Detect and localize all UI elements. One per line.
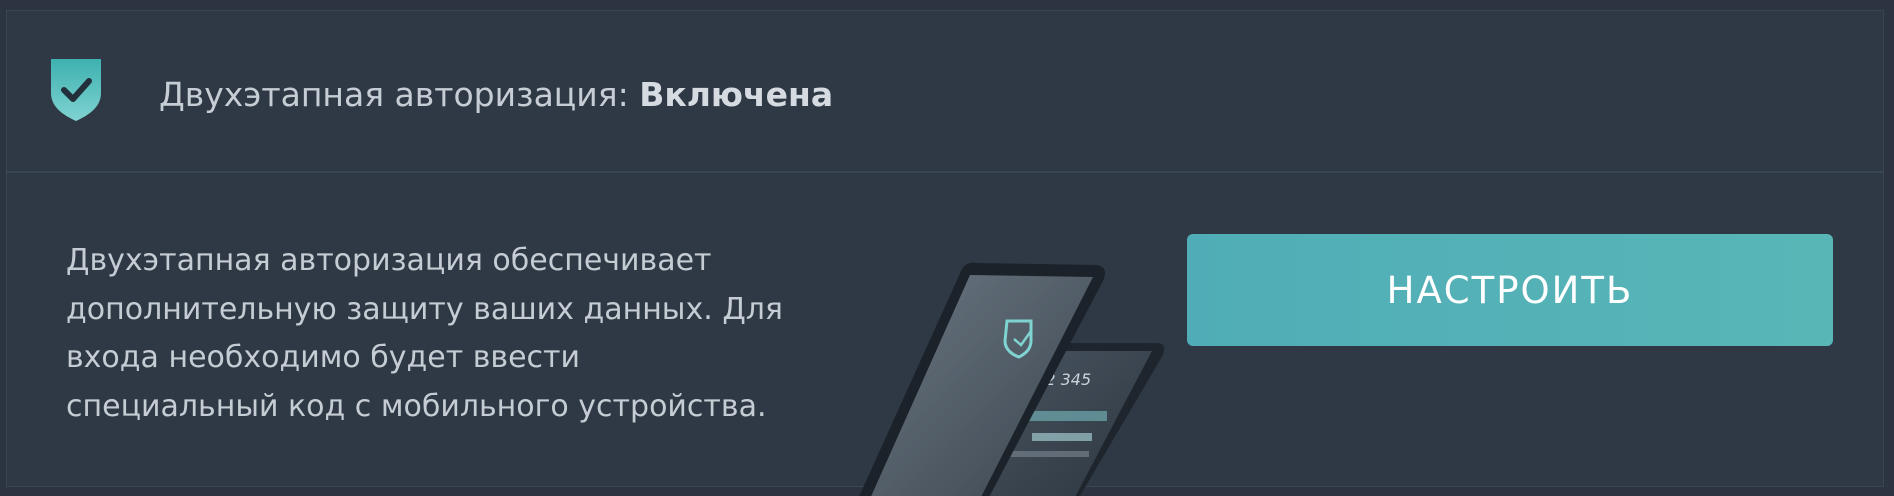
two-factor-status-title: Двухэтапная авторизация: Включена: [159, 75, 833, 114]
setup-button[interactable]: НАСТРОИТЬ: [1187, 234, 1833, 346]
description-line: дополнительную защиту ваших данных. Для: [66, 291, 783, 327]
title-prefix: Двухэтапная авторизация:: [159, 75, 640, 114]
description-line: Двухэтапная авторизация обеспечивает: [66, 243, 712, 278]
phones-illustration: 012 345: [837, 251, 1197, 496]
description-text: Двухэтапная авторизация обеспечивает доп…: [66, 237, 826, 431]
status-value: Включена: [639, 75, 834, 114]
description-line: специальный код с мобильного устройства.: [66, 388, 767, 424]
shield-check-icon: [51, 59, 101, 121]
phones-image: 012 345: [859, 262, 1165, 496]
card-header: Двухэтапная авторизация: Включена: [7, 11, 1883, 173]
description-line: входа необходимо будет ввести: [66, 340, 580, 375]
two-factor-card: Двухэтапная авторизация: Включена Двухэт…: [6, 10, 1884, 496]
